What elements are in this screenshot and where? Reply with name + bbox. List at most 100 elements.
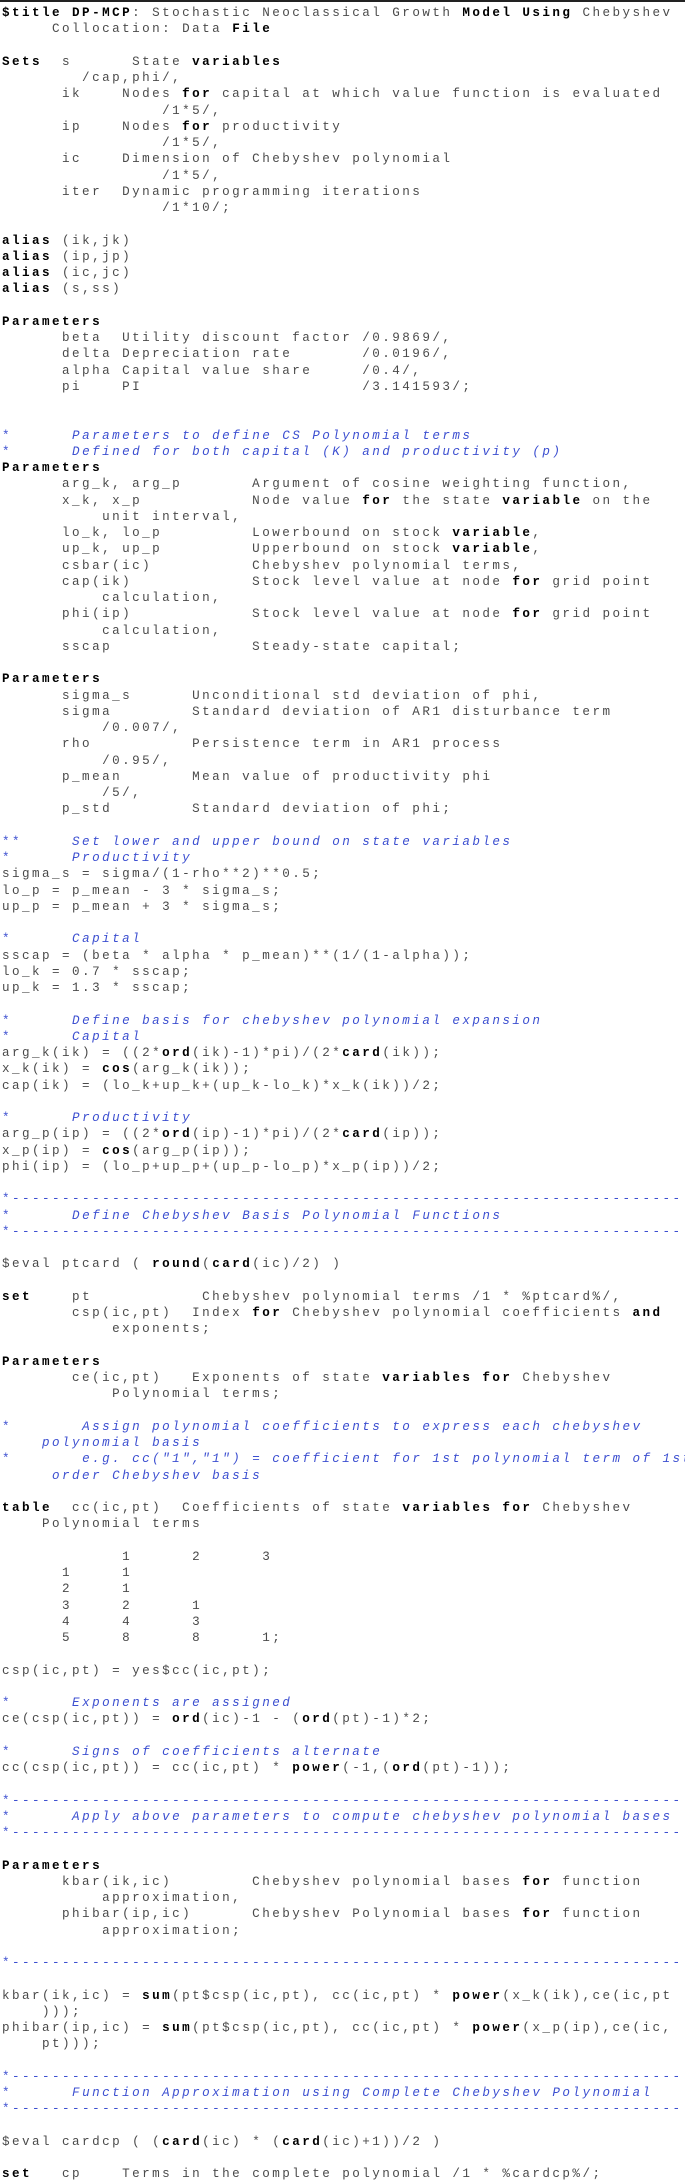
code-line: Parameters (2, 1354, 685, 1370)
code-line: cap(ik) Stock level value at node for gr… (2, 574, 685, 590)
keyword: card (342, 1046, 383, 1060)
keyword: alias (2, 249, 53, 264)
keyword: power (472, 2021, 523, 2035)
code-text: productivity (212, 119, 343, 134)
keyword: cos (102, 1062, 133, 1077)
code-line: kbar(ik,ic) Chebyshev polynomial bases f… (2, 1874, 685, 1890)
code-text: /1*5/, (2, 103, 223, 118)
code-line: approximation; (2, 1923, 685, 1939)
code-line: Polynomial terms (2, 1516, 685, 1532)
code-line: order Chebyshev basis (2, 1468, 685, 1484)
keyword: Sets (2, 54, 43, 69)
keyword: cos (102, 1143, 133, 1158)
code-line: *---------------------------------------… (2, 1793, 685, 1809)
code-line: 2 1 (2, 1581, 685, 1597)
code-line: * Productivity (2, 850, 685, 866)
keyword: Parameters (2, 672, 103, 687)
code-line: iter Dynamic programming iterations (2, 184, 685, 200)
code-line: * Apply above parameters to compute cheb… (2, 1809, 685, 1825)
comment: Capital (12, 1029, 143, 1044)
comment: polynomial basis (2, 1436, 203, 1450)
code-text: csbar(ic) Chebyshev polynomial terms, (2, 558, 523, 573)
code-text: ce(ic,pt) Exponents of state (2, 1371, 383, 1385)
code-line: * Productivity (2, 1110, 685, 1126)
code-text: (-1,( (342, 1761, 393, 1775)
keyword: for (362, 493, 393, 508)
code-line: *---------------------------------------… (2, 1191, 685, 1207)
code-line: *---------------------------------------… (2, 2101, 685, 2117)
keyword: variable (452, 526, 533, 540)
keyword: Parameters (2, 1858, 103, 1873)
code-line: csbar(ic) Chebyshev polynomial terms, (2, 558, 685, 574)
code-text: grid point (542, 574, 653, 589)
code-text: pt Chebyshev polynomial terms /1 * %ptca… (32, 1289, 623, 1304)
code-text: pi PI /3.141593/; (2, 379, 473, 394)
code-line: arg_p(ip) = ((2*ord(ip)-1)*pi)/(2*card(i… (2, 1126, 685, 1142)
comment: ** (2, 834, 23, 849)
code-text: 2 1 (2, 1582, 133, 1597)
comment: * (2, 851, 13, 865)
comment: * (2, 1029, 13, 1044)
keyword: card (162, 2134, 203, 2149)
keyword: sum (162, 2021, 193, 2035)
code-line: arg_k(ik) = ((2*ord(ik)-1)*pi)/(2*card(i… (2, 1045, 685, 1061)
comment: *---------------------------------------… (2, 2102, 683, 2117)
keyword: sum (142, 1988, 173, 2003)
code-text: unit interval, (2, 509, 243, 524)
comment: Signs of coefficients alternate (12, 1744, 383, 1759)
code-line: * Assign polynomial coefficients to expr… (2, 1419, 685, 1435)
code-text: cap(ik) Stock level value at node (2, 574, 513, 589)
code-text: /cap,phi/, (2, 71, 183, 85)
code-text: /1*5/, (2, 136, 223, 150)
keyword: for (182, 87, 213, 102)
keyword: for (182, 119, 213, 134)
code-text: up_k = 1.3 * sscap; (2, 981, 193, 995)
code-line: sscap Steady-state capital; (2, 639, 685, 655)
code-line: phi(ip) Stock level value at node for gr… (2, 606, 685, 622)
code-line: polynomial basis (2, 1435, 685, 1451)
code-line: Sets s State variables (2, 54, 685, 70)
code-line: phibar(ip,ic) = sum(pt$csp(ic,pt), cc(ic… (2, 2020, 685, 2036)
code-line: 1 2 3 (2, 1549, 685, 1565)
code-text: /5/, (2, 786, 143, 800)
keyword: round (152, 1257, 203, 1272)
code-text: (s,ss) (52, 282, 123, 297)
code-text: Collocation: Data (2, 22, 233, 37)
comment: Define basis for chebyshev polynomial ex… (12, 1013, 543, 1028)
code-line: *---------------------------------------… (2, 1955, 685, 1971)
code-line: /1*5/, (2, 135, 685, 151)
code-line: lo_k, lo_p Lowerbound on stock variable, (2, 525, 685, 541)
comment: * (2, 1452, 13, 1467)
code-line: * Function Approximation using Complete … (2, 2085, 685, 2101)
code-text: sscap = (beta * alpha * p_mean)**(1/(1-a… (2, 948, 473, 963)
code-line: rho Persistence term in AR1 process (2, 736, 685, 752)
code-line: Parameters (2, 1858, 685, 1874)
code-line: /cap,phi/, (2, 70, 685, 86)
code-text: phi(ip) = (lo_p+up_p+(up_p-lo_p)*x_p(ip)… (2, 1159, 443, 1174)
code-line: kbar(ik,ic) = sum(pt$csp(ic,pt), cc(ic,p… (2, 1988, 685, 2004)
comment: * (2, 1696, 13, 1710)
code-text: , (532, 542, 543, 557)
keyword: $title DP-MCP (2, 6, 133, 20)
code-text: arg_k, arg_p Argument of cosine weightin… (2, 477, 633, 492)
keyword: ord (392, 1761, 423, 1775)
comment: * (2, 1809, 13, 1824)
code-line: up_k = 1.3 * sscap; (2, 980, 685, 996)
code-text: (ip)); (382, 1127, 443, 1142)
keyword: ord (302, 1712, 333, 1727)
code-line: Parameters (2, 314, 685, 330)
code-text: p_std Standard deviation of phi; (2, 802, 453, 817)
keyword: for (252, 1306, 283, 1320)
keyword: ord (162, 1127, 193, 1142)
keyword: card (342, 1127, 383, 1142)
